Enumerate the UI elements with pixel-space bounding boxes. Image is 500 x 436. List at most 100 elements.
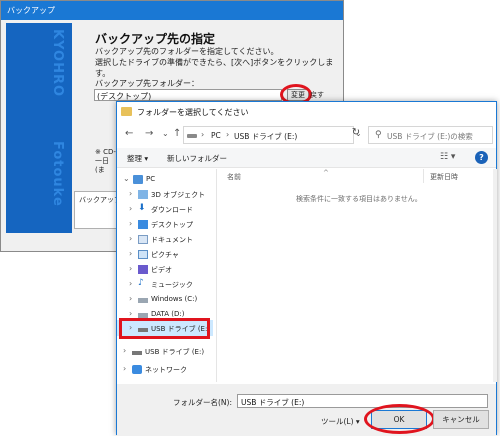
pictures-icon	[138, 250, 148, 259]
wizard-titlebar: バックアップ	[1, 1, 343, 20]
search-placeholder: USB ドライブ (E:)の検索	[387, 132, 473, 141]
banner-logo-text: KYOHRO	[50, 29, 65, 98]
chevron-right-icon[interactable]: ›	[129, 204, 132, 213]
chevron-right-icon[interactable]: ›	[129, 189, 132, 198]
sort-indicator-icon: ^	[323, 169, 329, 177]
tree-item-videos[interactable]: › ビデオ	[117, 263, 216, 278]
wizard-heading: バックアップ先の指定	[95, 32, 216, 46]
tree-item-pc[interactable]: ⌄ PC	[117, 173, 216, 188]
3d-objects-icon	[138, 190, 148, 199]
tree-label: ミュージック	[151, 281, 193, 289]
tools-button[interactable]: ツール(L) ▾	[321, 416, 360, 427]
vertical-scrollbar[interactable]	[493, 169, 497, 382]
chevron-down-icon[interactable]: ⌄	[123, 174, 130, 183]
tree-item-windows-c[interactable]: › Windows (C:)	[117, 293, 216, 308]
navigation-row: ← → ⌄ ↑ › PC › USB ドライブ (E:) ⌄ ↻ ⚲ USB ド…	[117, 124, 496, 146]
chevron-right-icon[interactable]: ›	[129, 309, 132, 318]
usb-drive-icon	[132, 351, 142, 355]
folder-icon	[121, 107, 132, 116]
ok-button-highlight-circle	[364, 404, 435, 434]
banner-logo-text-2: Fotouke	[50, 141, 65, 207]
chevron-right-icon[interactable]: ›	[129, 294, 132, 303]
tree-item-pictures[interactable]: › ピクチャ	[117, 248, 216, 263]
search-input[interactable]: ↻ ⚲ USB ドライブ (E:)の検索	[352, 126, 493, 144]
tree-item-3d-objects[interactable]: › 3D オブジェクト	[117, 188, 216, 203]
note-line-3: (ま	[95, 166, 105, 174]
recent-locations-chevron-icon[interactable]: ⌄	[162, 129, 169, 138]
chevron-right-icon[interactable]: ›	[129, 279, 132, 288]
breadcrumb-separator-icon: ›	[226, 130, 230, 139]
pc-icon	[133, 175, 143, 184]
breadcrumb-pc[interactable]: PC	[211, 131, 221, 140]
chevron-right-icon[interactable]: ›	[129, 249, 132, 258]
note-line-1: ※ CD-	[95, 148, 116, 156]
tree-label: USB ドライブ (E:)	[145, 348, 205, 356]
tree-label: PC	[146, 175, 156, 183]
organize-button[interactable]: 整理 ▾	[127, 153, 148, 164]
tree-label: ピクチャ	[151, 251, 179, 259]
breadcrumb-usb-drive[interactable]: USB ドライブ (E:)	[234, 131, 297, 142]
tree-label: Windows (C:)	[151, 295, 198, 303]
tree-label: ダウンロード	[151, 206, 193, 214]
tree-item-documents[interactable]: › ドキュメント	[117, 233, 216, 248]
tree-item-usb-drive-e[interactable]: › USB ドライブ (E:)	[117, 345, 216, 360]
chevron-right-icon[interactable]: ›	[129, 264, 132, 273]
backup-folder-label: バックアップ先フォルダー：	[95, 79, 199, 88]
tree-label: デスクトップ	[151, 221, 193, 229]
wizard-description: バックアップ先のフォルダーを指定してください。 選択したドライブの準備ができたら…	[95, 46, 335, 79]
documents-icon	[138, 235, 148, 244]
tree-item-music[interactable]: › ♪ ミュージック	[117, 278, 216, 293]
tree-label: 3D オブジェクト	[151, 191, 206, 199]
navigation-tree[interactable]: ⌄ PC › 3D オブジェクト › ⬇ ダウンロード › デスクトップ › ド…	[117, 169, 217, 382]
wizard-desc-line-2: 選択したドライブの準備ができたら、[次へ]ボタンをクリックします。	[95, 58, 334, 78]
column-header-name[interactable]: 名前	[227, 172, 241, 182]
dialog-title: フォルダーを選択してください	[137, 108, 249, 117]
dialog-bottom-bar: フォルダー名(N): USB ドライブ (E:) ツール(L) ▾ OK キャン…	[117, 384, 496, 436]
restore-default-button[interactable]: 戻す	[310, 89, 330, 101]
folder-name-label: フォルダー名(N):	[173, 398, 232, 407]
tree-label: ネットワーク	[145, 366, 187, 374]
chevron-right-icon[interactable]: ›	[123, 346, 126, 355]
chevron-right-icon[interactable]: ›	[129, 219, 132, 228]
new-folder-button[interactable]: 新しいフォルダー	[167, 153, 227, 164]
folder-name-input[interactable]: USB ドライブ (E:)	[237, 394, 488, 408]
search-icon: ⚲	[375, 130, 382, 140]
tree-item-downloads[interactable]: › ⬇ ダウンロード	[117, 203, 216, 218]
music-note-icon: ♪	[138, 278, 144, 288]
chevron-right-icon[interactable]: ›	[129, 234, 132, 243]
backup-folder-field: (デスクトップ)	[94, 89, 282, 101]
cancel-button[interactable]: キャンセル	[433, 410, 489, 429]
chevron-right-icon[interactable]: ›	[123, 364, 126, 373]
tree-label: ドキュメント	[151, 236, 193, 244]
dialog-titlebar: フォルダーを選択してください	[117, 102, 496, 122]
tree-label: ビデオ	[151, 266, 172, 274]
back-arrow-icon[interactable]: ←	[125, 128, 133, 139]
wizard-note: ※ CD- 一日 (ま	[95, 148, 117, 175]
note-line-2: 一日	[95, 157, 109, 165]
drive-icon	[187, 134, 197, 138]
wizard-desc-line-1: バックアップ先のフォルダーを指定してください。	[95, 47, 279, 56]
refresh-icon[interactable]: ↻	[347, 127, 365, 143]
view-options-icon[interactable]: ☷ ▾	[440, 152, 455, 162]
empty-results-message: 検索条件に一致する項目はありません。	[296, 195, 422, 203]
selected-drive-highlight-box	[119, 318, 210, 339]
help-icon[interactable]: ?	[475, 151, 488, 164]
wizard-banner-image: KYOHRO Fotouke	[6, 23, 72, 233]
drive-icon	[138, 298, 148, 303]
tree-label: DATA (D:)	[151, 310, 185, 318]
videos-icon	[138, 265, 148, 274]
address-bar[interactable]: › PC › USB ドライブ (E:)	[183, 126, 354, 144]
column-divider[interactable]	[423, 169, 424, 183]
up-arrow-icon[interactable]: ↑	[173, 128, 181, 139]
network-icon	[132, 365, 142, 374]
file-list-pane[interactable]: 名前 ^ 更新日時 検索条件に一致する項目はありません。	[218, 169, 493, 382]
breadcrumb-separator-icon: ›	[201, 130, 205, 139]
tree-item-desktop[interactable]: › デスクトップ	[117, 218, 216, 233]
tree-item-network[interactable]: › ネットワーク	[117, 363, 216, 378]
command-bar: 整理 ▾ 新しいフォルダー ☷ ▾ ?	[117, 148, 496, 168]
column-header-modified-date[interactable]: 更新日時	[430, 172, 458, 182]
folder-picker-dialog: フォルダーを選択してください ← → ⌄ ↑ › PC › USB ドライブ (…	[116, 101, 497, 436]
desktop-icon	[138, 220, 148, 229]
download-arrow-icon: ⬇	[138, 203, 146, 213]
forward-arrow-icon[interactable]: →	[145, 128, 153, 139]
